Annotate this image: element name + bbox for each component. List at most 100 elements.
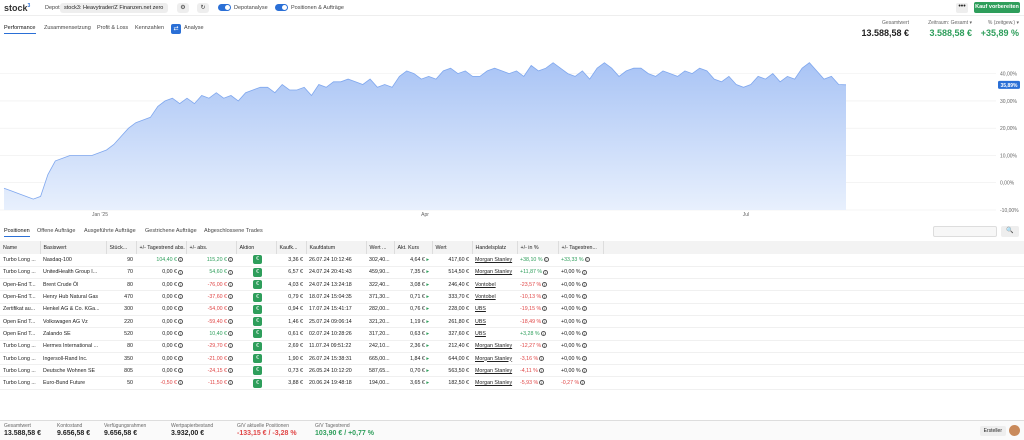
info-icon[interactable]: i <box>228 306 233 312</box>
info-icon[interactable]: i <box>543 256 549 262</box>
info-icon[interactable]: i <box>581 294 587 300</box>
aktion-button[interactable]: € <box>253 329 262 339</box>
info-icon[interactable]: i <box>228 380 233 386</box>
search-input[interactable] <box>933 226 997 237</box>
info-icon[interactable]: i <box>542 343 548 349</box>
aktion-button[interactable]: € <box>253 304 262 314</box>
col-tagestrend-abs[interactable]: +/- Tagestrend abs. <box>136 241 187 254</box>
info-icon[interactable]: i <box>228 269 233 275</box>
cell-handelsplatz[interactable]: UBS <box>472 315 517 329</box>
refresh-icon[interactable]: ↻ <box>197 3 209 13</box>
info-icon[interactable]: i <box>581 306 587 312</box>
cell-handelsplatz[interactable]: Morgan Stanley <box>472 266 517 280</box>
subtab-abgeschlossene-trades[interactable]: Abgeschlossene Trades <box>204 228 263 234</box>
subtab-offene-auftraege[interactable]: Offene Aufträge <box>37 228 75 234</box>
col-kaufdatum[interactable]: Kaufdatum <box>306 241 367 254</box>
info-icon[interactable]: i <box>539 355 545 361</box>
cell-handelsplatz[interactable]: Morgan Stanley <box>472 340 517 353</box>
cell-handelsplatz[interactable]: Vontobel <box>472 290 517 304</box>
depotanalyse-toggle[interactable] <box>218 4 231 11</box>
info-icon[interactable]: i <box>542 281 548 287</box>
table-row[interactable]: Turbo Long ... Deutsche Wohnen SE 805 0,00 … <box>0 364 1024 378</box>
cell-aktion[interactable]: € <box>236 376 276 390</box>
info-icon[interactable]: i <box>228 343 233 349</box>
info-icon[interactable]: i <box>581 318 587 324</box>
performance-chart[interactable]: 40,00% 30,00% 20,00% 10,00% 0,00% -10,00% Jan … <box>0 50 1024 220</box>
info-icon[interactable]: i <box>178 355 183 361</box>
cell-aktion[interactable]: € <box>236 327 276 341</box>
positionen-toggle[interactable] <box>275 4 288 11</box>
table-row[interactable]: Open End T... Volkswagen AG Vz 220 0,00 € i -… <box>0 315 1024 329</box>
info-icon[interactable]: i <box>581 331 587 337</box>
info-icon[interactable]: i <box>581 269 587 275</box>
info-icon[interactable]: i <box>228 281 233 287</box>
col-handelsplatz[interactable]: Handelsplatz <box>472 241 518 254</box>
cell-handelsplatz[interactable]: Morgan Stanley <box>472 352 517 366</box>
table-row[interactable]: Open-End T... Brent Crude Öl 80 0,00 € i -76,… <box>0 278 1024 292</box>
info-icon[interactable]: i <box>228 256 233 262</box>
info-icon[interactable]: i <box>178 256 183 262</box>
aktion-button[interactable]: € <box>253 366 262 376</box>
subtab-gestrichene-auftraege[interactable]: Gestrichene Aufträge <box>145 228 197 234</box>
table-row[interactable]: Turbo Long ... UnitedHealth Group I... 70 0… <box>0 266 1024 280</box>
aktion-button[interactable]: € <box>253 317 262 327</box>
info-icon[interactable]: i <box>228 367 233 373</box>
col-basiswert[interactable]: Basiswert <box>40 241 107 254</box>
info-icon[interactable]: i <box>581 343 587 349</box>
ersteller-button[interactable]: Ersteller <box>979 426 1006 436</box>
cell-aktion[interactable]: € <box>236 352 276 366</box>
table-row[interactable]: Zertifikat au... Henkel AG & Co. KGa... 30… <box>0 303 1024 316</box>
col-wert-kauf[interactable]: Wert ... <box>366 241 395 254</box>
cell-aktion[interactable]: € <box>236 290 276 304</box>
table-row[interactable]: Open-End T... Henry Hub Natural Gas 470 0,0… <box>0 290 1024 304</box>
analyse-icon[interactable]: ⇄ <box>171 24 181 34</box>
table-row[interactable]: Turbo Long ... Hermes International ... 80… <box>0 340 1024 353</box>
col-akt-kurs[interactable]: Akt. Kurs <box>394 241 433 254</box>
col-abs[interactable]: +/- abs. <box>186 241 237 254</box>
info-icon[interactable]: i <box>178 380 183 386</box>
info-icon[interactable]: i <box>178 269 183 275</box>
subtab-positionen[interactable]: Positionen <box>4 228 30 237</box>
col-stueck[interactable]: Stück... <box>106 241 137 254</box>
tab-performance[interactable]: Performance <box>4 25 36 34</box>
tab-profit-loss[interactable]: Profit & Loss <box>97 25 128 31</box>
cell-handelsplatz[interactable]: UBS <box>472 327 517 341</box>
info-icon[interactable]: i <box>538 367 544 373</box>
info-icon[interactable]: i <box>581 281 587 287</box>
cell-handelsplatz[interactable]: Vontobel <box>472 278 517 292</box>
info-icon[interactable]: i <box>584 256 590 262</box>
info-icon[interactable]: i <box>540 331 546 337</box>
info-icon[interactable]: i <box>543 269 549 275</box>
search-icon[interactable]: 🔍 <box>1001 226 1019 237</box>
info-icon[interactable]: i <box>581 367 587 373</box>
table-row[interactable]: Turbo Long ... Ingersoll-Rand Inc. 350 0,00… <box>0 352 1024 366</box>
aktion-button[interactable]: € <box>253 354 262 364</box>
info-icon[interactable]: i <box>178 306 183 312</box>
cell-aktion[interactable]: € <box>236 303 276 316</box>
info-icon[interactable]: i <box>542 306 548 312</box>
info-icon[interactable]: i <box>228 318 233 324</box>
info-icon[interactable]: i <box>178 343 183 349</box>
cell-handelsplatz[interactable]: UBS <box>472 303 517 316</box>
tab-zusammensetzung[interactable]: Zusammensetzung <box>44 25 91 31</box>
table-row[interactable]: Open End T... Zalando SE 520 0,00 € i 10,40 €… <box>0 327 1024 341</box>
info-icon[interactable]: i <box>178 367 183 373</box>
kauf-vorbereiten-button[interactable]: Kauf vorbereiten <box>974 2 1020 13</box>
aktion-button[interactable]: € <box>253 292 262 302</box>
aktion-button[interactable]: € <box>253 341 262 351</box>
settings-icon[interactable]: ⚙ <box>177 3 189 13</box>
cell-aktion[interactable]: € <box>236 278 276 292</box>
cell-aktion[interactable]: € <box>236 266 276 280</box>
info-icon[interactable]: i <box>228 294 233 300</box>
info-icon[interactable]: i <box>580 380 586 386</box>
cell-handelsplatz[interactable]: Morgan Stanley <box>472 364 517 378</box>
info-icon[interactable]: i <box>228 331 233 337</box>
subtab-ausgefuehrte-auftraege[interactable]: Ausgeführte Aufträge <box>84 228 136 234</box>
info-icon[interactable]: i <box>178 281 183 287</box>
col-wert[interactable]: Wert <box>432 241 473 254</box>
cell-aktion[interactable]: € <box>236 315 276 329</box>
info-icon[interactable]: i <box>178 331 183 337</box>
info-icon[interactable]: i <box>178 294 183 300</box>
cell-aktion[interactable]: € <box>236 254 276 267</box>
aktion-button[interactable]: € <box>253 280 262 290</box>
